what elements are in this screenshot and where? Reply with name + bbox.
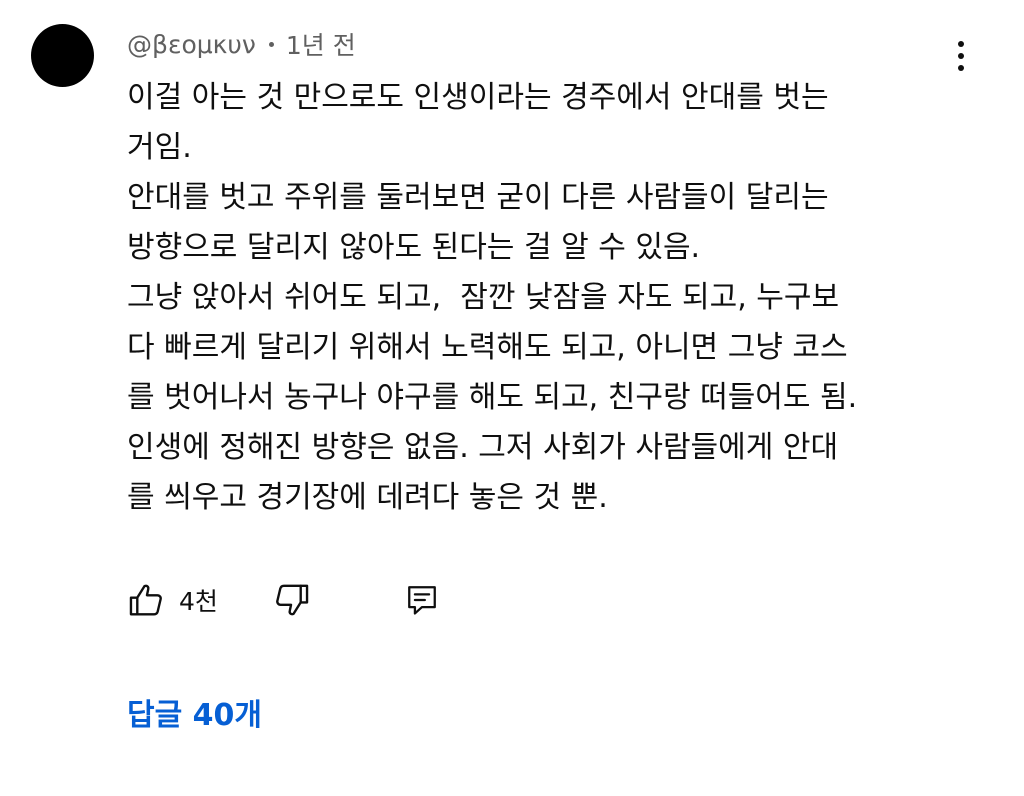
comment-actions: 4천 <box>127 578 547 622</box>
comment-icon <box>408 586 436 615</box>
comment-meta: @βεομκυν 1년 전 <box>127 27 356 61</box>
thumbs-up-icon <box>129 584 162 616</box>
dislike-button[interactable] <box>273 580 311 620</box>
comment-text-line: 그냥 앉아서 쉬어도 되고, 잠깐 낮잠을 자도 되고, 누구보 <box>127 280 840 315</box>
like-count: 4천 <box>179 587 218 616</box>
like-button[interactable]: 4천 <box>127 580 218 620</box>
comment-text-line: 이걸 아는 것 만으로도 인생이라는 경주에서 안대를 벗는 <box>127 80 829 115</box>
more-options-button[interactable] <box>943 38 979 74</box>
comment-text-line: 안대를 벗고 주위를 둘러보면 굳이 다른 사람들이 달리는 <box>127 180 829 215</box>
avatar[interactable] <box>31 24 94 87</box>
comment-text-line: 다 빠르게 달리기 위해서 노력해도 되고, 아니면 그냥 코스 <box>127 330 848 365</box>
comment-time: 1년 전 <box>285 31 356 60</box>
comment-text-line: 를 벗어나서 농구나 야구를 해도 되고, 친구랑 떠들어도 됨. <box>127 380 858 415</box>
comment-author[interactable]: @βεομκυν <box>127 30 256 59</box>
comment-text-line: 방향으로 달리지 않아도 된다는 걸 알 수 있음. <box>127 230 701 265</box>
reply-button[interactable] <box>405 580 441 620</box>
comment-text-line: 를 씌우고 경기장에 데려다 놓은 것 뿐. <box>127 480 608 515</box>
more-vertical-icon <box>958 41 964 47</box>
comment-text: 이걸 아는 것 만으로도 인생이라는 경주에서 안대를 벗는 거임. 안대를 벗… <box>127 73 967 523</box>
thumbs-down-icon <box>276 584 309 616</box>
comment-text-line: 거임. <box>127 130 192 165</box>
comment-text-line: 인생에 정해진 방향은 없음. 그저 사회가 사람들에게 안대 <box>127 430 839 465</box>
separator-dot <box>268 41 274 47</box>
view-replies-button[interactable]: 답글 40개 <box>127 690 262 734</box>
